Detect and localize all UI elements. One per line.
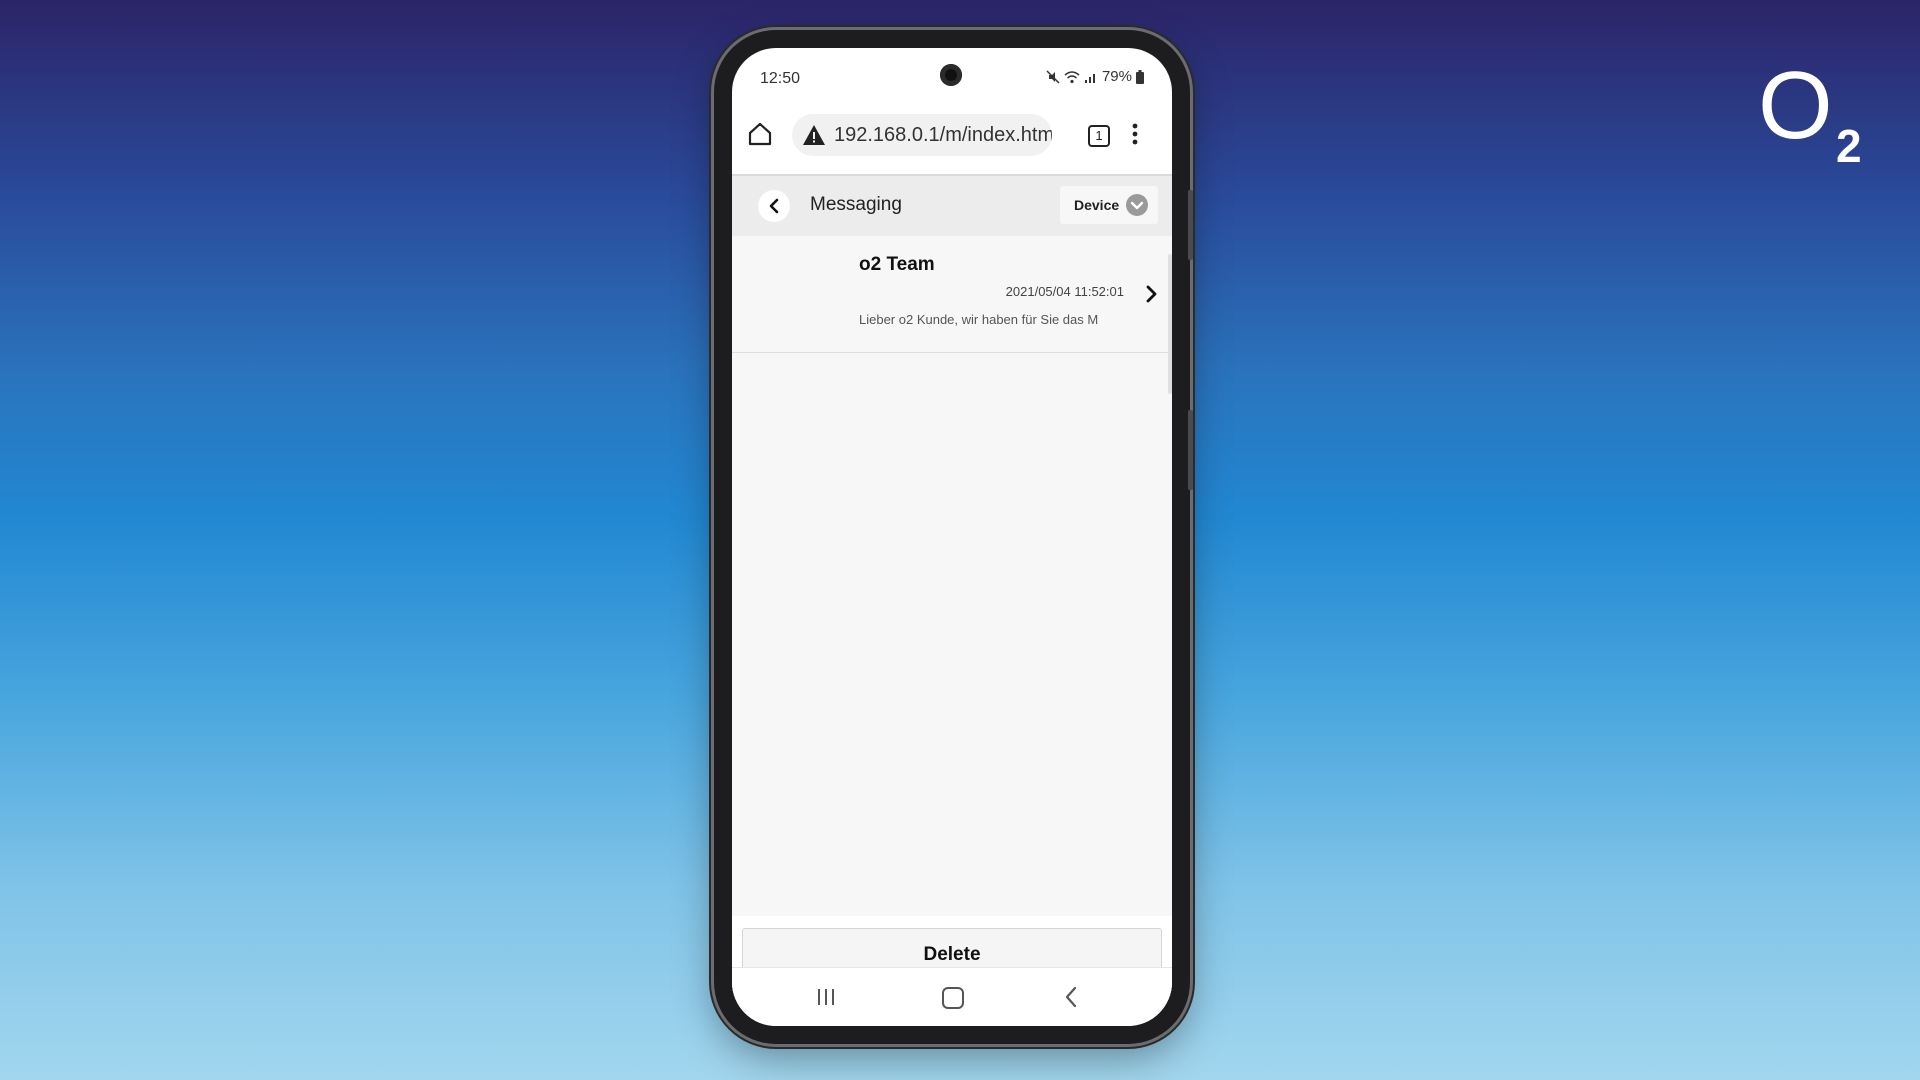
phone-frame: 12:50 79% 192.168.0.1/m/index.html 1 Mes… <box>714 30 1193 1044</box>
phone-screen: 12:50 79% 192.168.0.1/m/index.html 1 Mes… <box>732 48 1172 1026</box>
recent-apps-icon[interactable] <box>816 988 836 1006</box>
svg-text:2: 2 <box>1836 120 1862 166</box>
battery-icon <box>1136 69 1144 84</box>
signal-icon <box>1084 73 1095 83</box>
message-sender: o2 Team <box>859 254 935 275</box>
message-list: o2 Team 2021/05/04 11:52:01 Lieber o2 Ku… <box>732 236 1172 916</box>
power-button <box>1188 410 1193 490</box>
chevron-down-icon <box>1126 194 1148 216</box>
svg-text:O: O <box>1758 56 1833 159</box>
wifi-icon <box>1064 70 1080 83</box>
scrollbar[interactable] <box>1168 254 1172 394</box>
status-time: 12:50 <box>760 70 801 87</box>
o2-logo: O 2 <box>1758 56 1862 166</box>
more-vert-icon[interactable] <box>1125 120 1145 148</box>
tabs-icon[interactable]: 1 <box>1088 125 1110 147</box>
device-dropdown[interactable]: Device <box>1060 186 1158 224</box>
warning-icon[interactable] <box>802 124 826 146</box>
nav-back-icon[interactable] <box>1064 986 1078 1008</box>
battery-percent: 79% <box>1101 68 1132 85</box>
mute-icon <box>1046 69 1060 84</box>
device-dropdown-label: Device <box>1074 197 1120 213</box>
message-item[interactable]: o2 Team 2021/05/04 11:52:01 Lieber o2 Ku… <box>732 236 1172 353</box>
volume-button <box>1188 190 1193 260</box>
chevron-right-icon[interactable] <box>1144 284 1158 304</box>
back-button[interactable] <box>758 190 790 222</box>
status-indicators: 79% <box>1046 68 1144 85</box>
url-field[interactable]: 192.168.0.1/m/index.html <box>792 114 1052 156</box>
page-title: Messaging <box>810 194 902 215</box>
front-camera <box>940 64 962 86</box>
app-header: Messaging Device <box>732 176 1172 236</box>
message-date: 2021/05/04 11:52:01 <box>1005 284 1124 299</box>
message-preview: Lieber o2 Kunde, wir haben für Sie das M <box>859 312 1099 327</box>
nav-home-icon[interactable] <box>942 987 964 1009</box>
url-text: 192.168.0.1/m/index.html <box>834 123 1052 146</box>
browser-toolbar: 192.168.0.1/m/index.html 1 <box>732 96 1172 176</box>
home-icon[interactable] <box>746 120 774 148</box>
android-nav-bar <box>732 967 1172 1026</box>
status-bar: 12:50 79% <box>732 48 1172 96</box>
chevron-left-icon <box>769 198 779 214</box>
